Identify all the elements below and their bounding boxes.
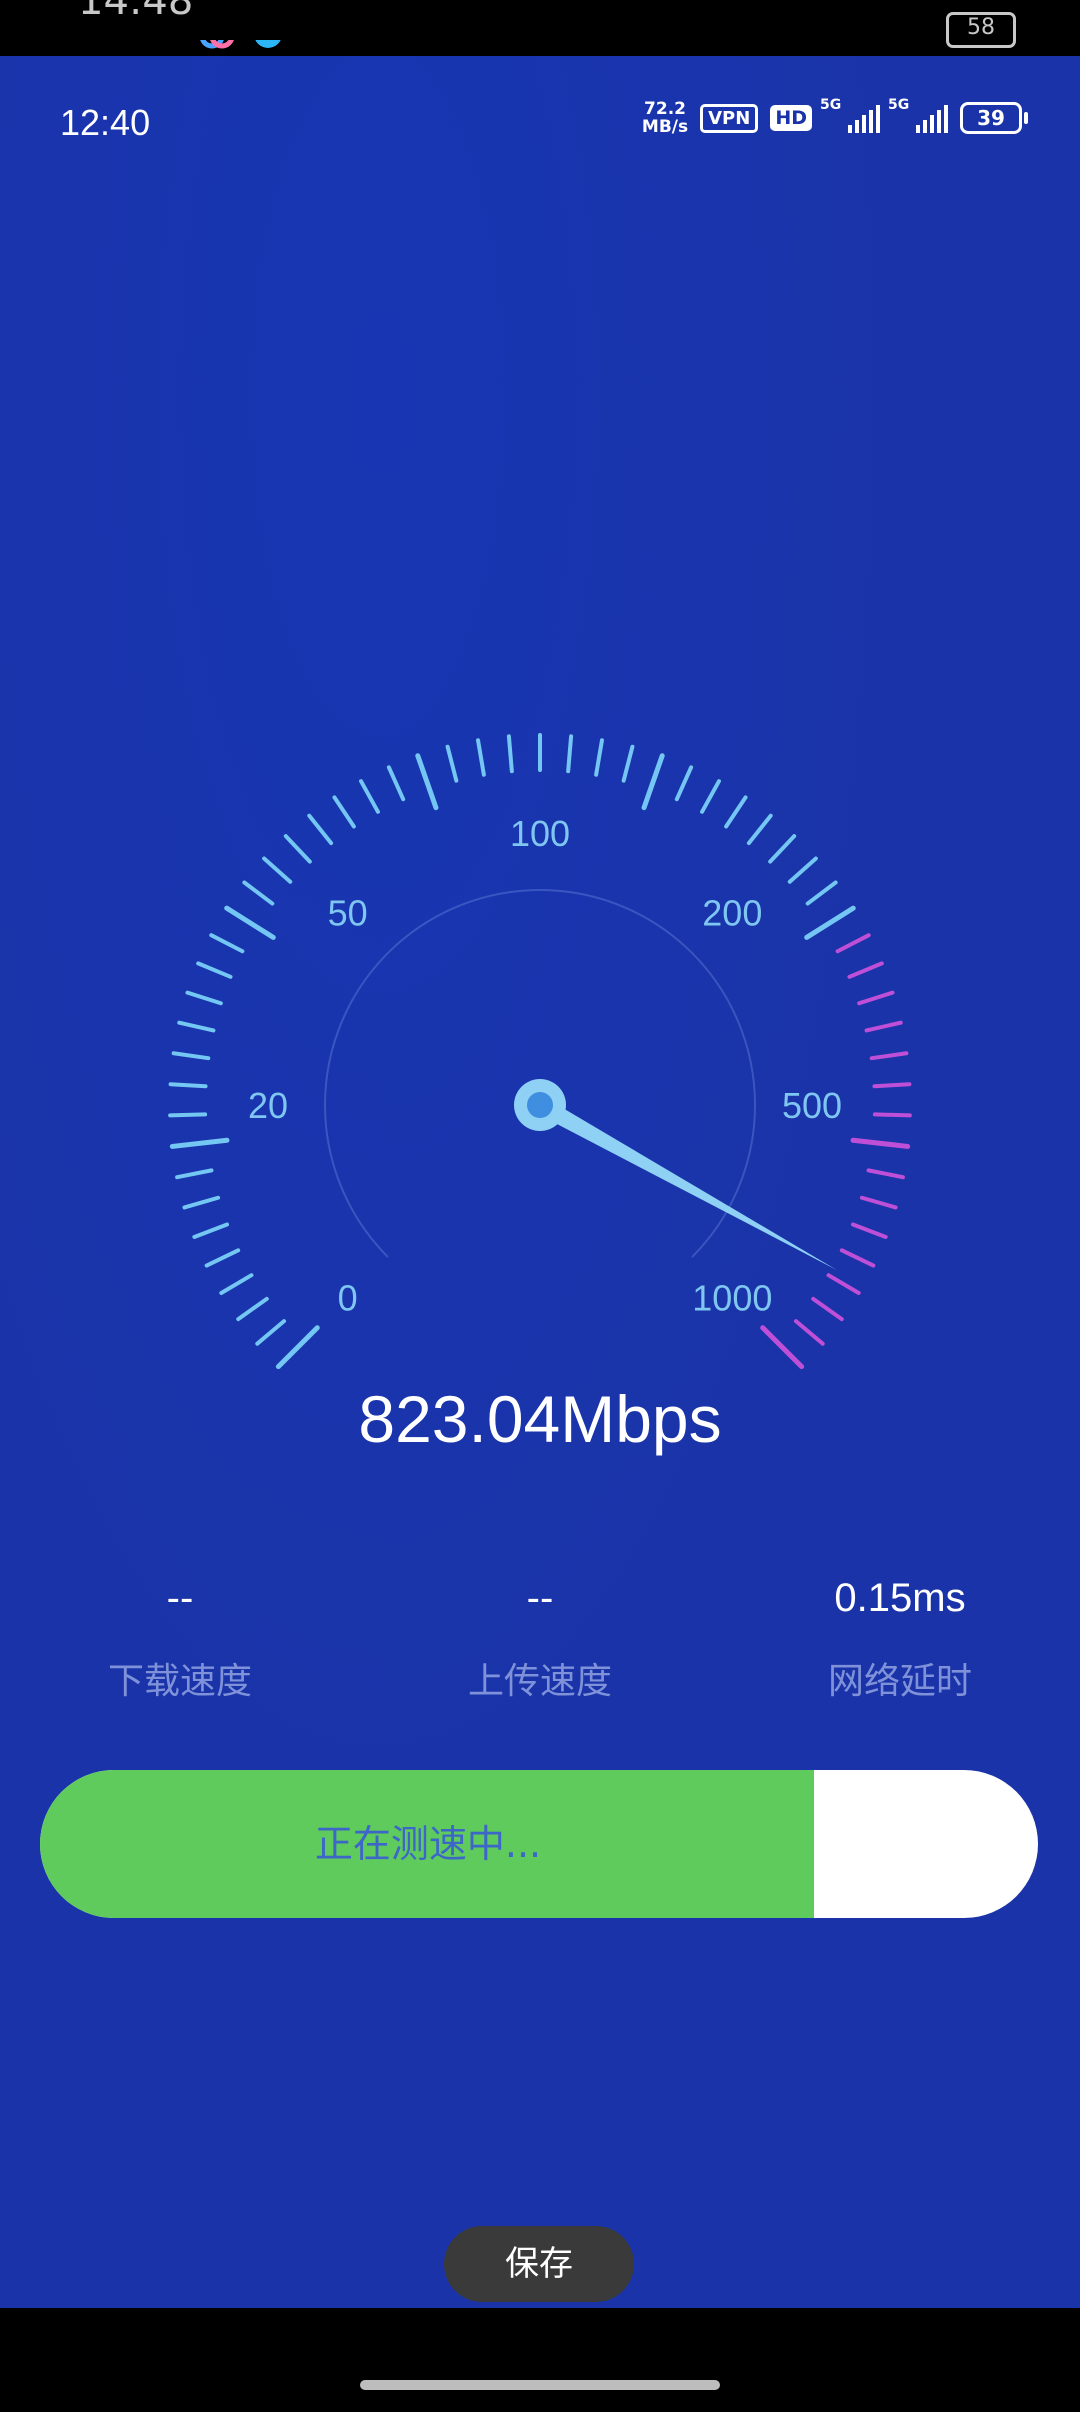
gauge-major-tick — [415, 753, 439, 811]
upload-stat: -- 上传速度 — [390, 1576, 690, 1704]
gauge-tick — [171, 1051, 211, 1061]
gauge-label-200: 200 — [702, 893, 762, 934]
gauge-tick — [283, 834, 312, 864]
latency-stat: 0.15ms 网络延时 — [750, 1576, 1050, 1704]
gauge-tick — [805, 880, 838, 906]
latency-label: 网络延时 — [827, 1661, 972, 1702]
gauge-tick — [242, 880, 275, 906]
outer-time: 14:48 — [78, 0, 194, 24]
gauge-tick — [175, 1168, 214, 1180]
gauge-label-0: 0 — [338, 1277, 358, 1318]
gauge-tick — [386, 765, 406, 802]
outer-app-icons — [198, 20, 288, 56]
gauge-tick — [839, 1248, 876, 1268]
gauge-tick — [506, 734, 514, 774]
gauge-tick — [746, 813, 773, 846]
gauge-tick — [255, 1319, 287, 1346]
gauge-tick — [196, 961, 233, 979]
gauge-tick — [359, 779, 380, 814]
gauge-tick — [168, 1112, 208, 1118]
outer-status-bar: 14:48 58 — [0, 0, 1080, 56]
gauge-tick — [787, 856, 818, 884]
gauge-tick — [811, 1296, 844, 1322]
gauge-label-100: 100 — [510, 813, 570, 854]
gauge-hub-center — [527, 1092, 553, 1118]
gauge-tick — [168, 1082, 208, 1089]
download-speed-value: -- — [166, 1576, 194, 1620]
gauge-tick — [700, 779, 721, 814]
gauge-tick — [850, 1222, 888, 1239]
speed-test-progress-button[interactable]: 正在测速中... — [40, 1770, 1038, 1918]
gauge-tick — [236, 1296, 269, 1322]
notification-app-icons — [199, 20, 282, 49]
progress-status-text: 正在测速中... — [314, 1822, 542, 1866]
gauge-major-tick — [641, 753, 665, 811]
gauge-tick — [847, 961, 884, 979]
navigation-bar — [0, 2308, 1080, 2412]
gauge-tick — [872, 1112, 912, 1118]
gauge-tick — [793, 1319, 825, 1346]
gauge-label-1000: 1000 — [692, 1277, 772, 1318]
gauge-label-500: 500 — [782, 1085, 842, 1126]
gauge-tick — [872, 1082, 912, 1089]
gauge-tick — [866, 1168, 905, 1180]
gauge-major-tick — [850, 1137, 911, 1149]
gauge-tick — [476, 738, 486, 777]
current-speed: 823.04Mbps — [358, 1382, 722, 1456]
save-button[interactable]: 保存 — [444, 2226, 634, 2302]
gauge-inner-arc — [324, 889, 756, 1258]
gauge-tick — [594, 738, 604, 777]
gauge-tick — [566, 734, 574, 774]
gauge-tick — [262, 856, 293, 884]
gauge-tick — [826, 1273, 861, 1295]
gauge-tick — [185, 990, 223, 1006]
gauge-tick — [835, 933, 871, 954]
gauge-tick — [445, 744, 459, 783]
gauge-tick — [182, 1195, 221, 1210]
gauge-tick — [204, 1248, 241, 1268]
gauge-tick — [209, 933, 245, 954]
speedometer-gauge: 0 20 50 100 200 500 1000 — [168, 733, 912, 1370]
gauge-tick — [859, 1195, 898, 1210]
gauge-major-tick — [275, 1325, 320, 1370]
outer-battery: 58 — [946, 12, 1016, 48]
download-speed-label: 下载速度 — [107, 1661, 252, 1702]
gauge-tick — [724, 795, 748, 829]
gauge-major-tick — [760, 1325, 805, 1370]
gauge-tick — [621, 744, 635, 783]
gauge-tick — [332, 795, 356, 829]
gauge-tick — [219, 1273, 254, 1295]
upload-speed-value: -- — [526, 1576, 554, 1620]
latency-value: 0.15ms — [834, 1576, 966, 1620]
gauge-major-tick — [804, 905, 856, 940]
gauge-tick — [192, 1222, 230, 1239]
download-stat: -- 下载速度 — [30, 1576, 330, 1704]
app-screen: 12:40 72.2 MB/s VPN HD 5G 5G 39 0 20 50 100… — [0, 56, 1080, 2308]
gauge-tick — [307, 813, 334, 846]
gauge-tick — [177, 1020, 216, 1033]
gauge-tick — [864, 1020, 903, 1033]
gauge-tick — [768, 834, 797, 864]
gauge-tick — [674, 765, 694, 802]
upload-speed-label: 上传速度 — [467, 1661, 612, 1702]
gauge-tick — [869, 1051, 909, 1061]
gauge-tick — [857, 990, 895, 1006]
gauge-label-50: 50 — [328, 893, 368, 934]
gauge-major-tick — [169, 1137, 230, 1149]
home-gesture-handle[interactable] — [360, 2380, 720, 2390]
gauge-label-20: 20 — [248, 1085, 288, 1126]
gauge-major-tick — [224, 905, 276, 940]
